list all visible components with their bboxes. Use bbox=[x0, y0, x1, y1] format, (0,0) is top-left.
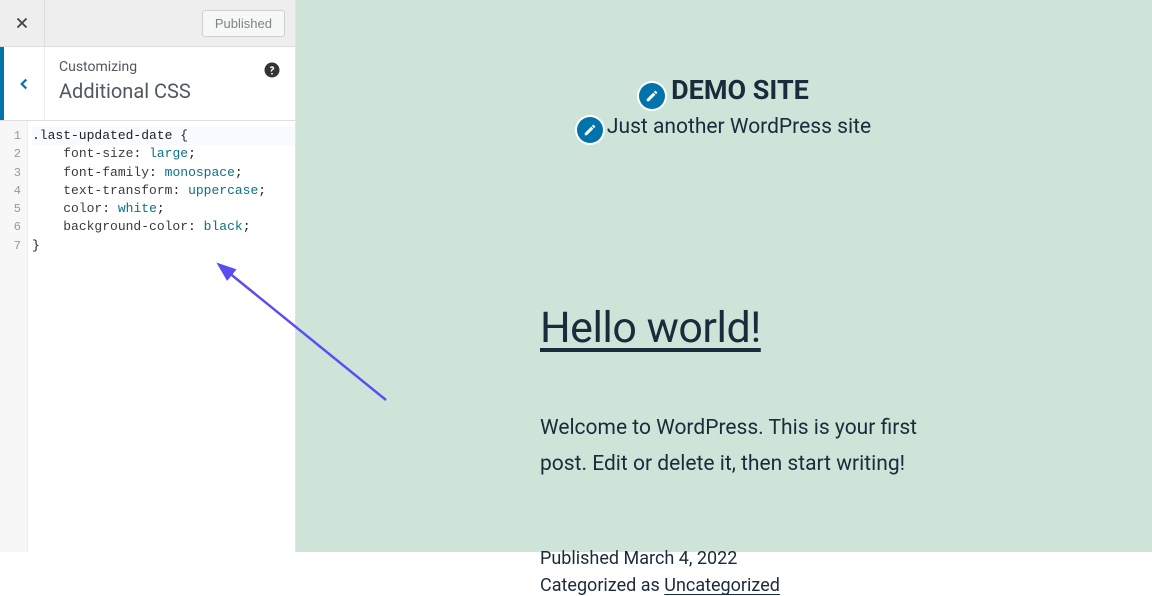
close-icon bbox=[13, 14, 31, 32]
post-title-link[interactable]: Hello world! bbox=[540, 303, 936, 353]
publish-status-button[interactable]: Published bbox=[202, 10, 285, 37]
post-category-meta: Categorized as Uncategorized bbox=[540, 575, 936, 596]
panel-title: Additional CSS bbox=[59, 79, 281, 103]
edit-tagline-button[interactable] bbox=[577, 117, 603, 143]
help-button[interactable] bbox=[263, 61, 281, 79]
close-button[interactable] bbox=[0, 0, 45, 46]
site-preview: DEMO SITE Just another WordPress site He… bbox=[296, 0, 1152, 552]
code-content: .last-updated-date { font-size: large; f… bbox=[0, 121, 295, 255]
category-link[interactable]: Uncategorized bbox=[664, 575, 780, 596]
site-title[interactable]: DEMO SITE bbox=[671, 74, 809, 106]
panel-header: Customizing Additional CSS bbox=[0, 47, 295, 121]
help-icon bbox=[263, 61, 281, 79]
line-numbers: 1234567 bbox=[0, 121, 28, 552]
post-body: Welcome to WordPress. This is your first… bbox=[540, 411, 936, 482]
site-tagline: Just another WordPress site bbox=[607, 115, 871, 139]
customizer-topbar: Published bbox=[0, 0, 295, 47]
back-button[interactable] bbox=[0, 47, 45, 120]
edit-site-title-button[interactable] bbox=[639, 83, 665, 109]
post: Hello world! Welcome to WordPress. This … bbox=[296, 143, 936, 596]
pencil-icon bbox=[583, 123, 597, 137]
panel-breadcrumb: Customizing bbox=[59, 59, 281, 75]
css-editor[interactable]: 1234567 .last-updated-date { font-size: … bbox=[0, 121, 295, 552]
chevron-left-icon bbox=[15, 75, 33, 93]
pencil-icon bbox=[645, 89, 659, 103]
customizer-sidebar: Published Customizing Additional CSS 123… bbox=[0, 0, 296, 552]
